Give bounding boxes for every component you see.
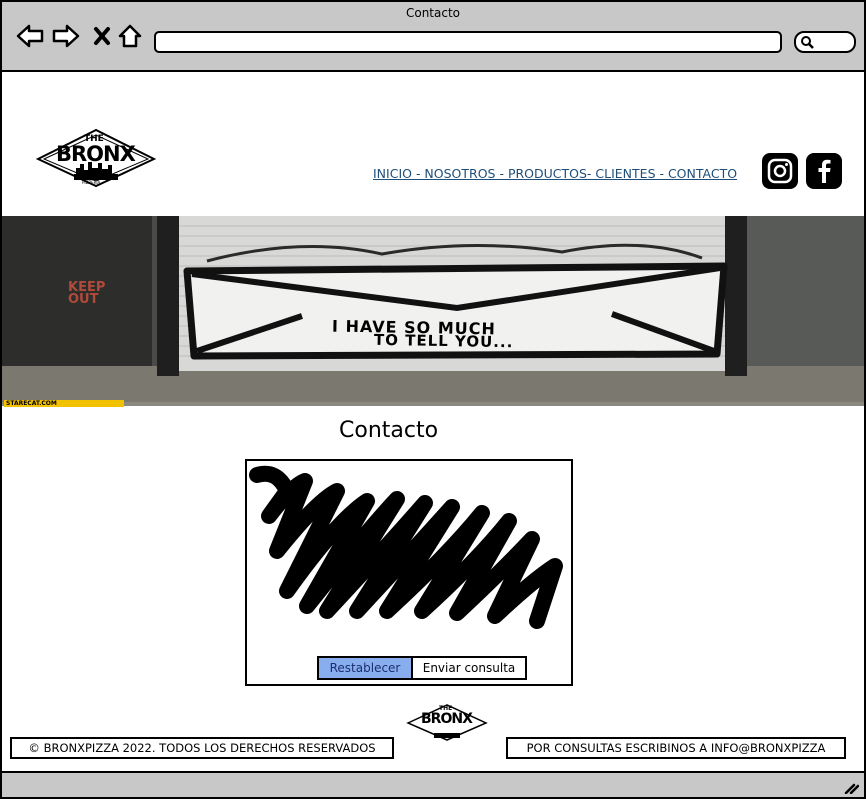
hero-graffiti-text: KEEP OUT xyxy=(68,280,106,307)
search-icon xyxy=(801,36,814,49)
logo-bottom-text: PIZZERIA xyxy=(82,180,101,185)
hero-banner: I HAVE SO MUCH TO TELL YOU... KEEP OUT xyxy=(2,216,864,406)
home-icon xyxy=(118,24,142,48)
browser-status-bar xyxy=(0,771,866,799)
reset-button[interactable]: Restablecer xyxy=(317,656,413,680)
address-bar[interactable] xyxy=(154,31,782,53)
window-title: Contacto xyxy=(405,6,461,20)
close-x-icon xyxy=(94,27,110,45)
main-nav-links[interactable]: INICIO - NOSOTROS - PRODUCTOS- CLIENTES … xyxy=(373,166,737,181)
back-arrow-icon xyxy=(16,24,44,48)
logo-main-text: BRONX xyxy=(56,142,136,166)
hero-text-line2: TO TELL YOU... xyxy=(373,330,514,352)
page-title: Contacto xyxy=(339,418,439,443)
forward-button[interactable] xyxy=(52,22,80,50)
forward-arrow-icon xyxy=(52,24,80,48)
search-field[interactable] xyxy=(794,31,856,53)
footer-logo: THE BRONX xyxy=(406,703,488,743)
instagram-link[interactable] xyxy=(762,153,798,189)
instagram-icon xyxy=(767,158,793,184)
hero-image xyxy=(2,216,864,406)
facebook-link[interactable] xyxy=(806,153,842,189)
back-button[interactable] xyxy=(16,22,44,50)
facebook-icon xyxy=(818,159,831,183)
bronx-logo[interactable]: THE BRONX PIZZERIA xyxy=(35,128,157,190)
scribble-placeholder-image xyxy=(249,465,563,629)
resize-grip[interactable] xyxy=(843,779,860,798)
image-credit: STARECAT.COM xyxy=(4,400,124,407)
send-inquiry-button[interactable]: Enviar consulta xyxy=(413,656,527,680)
stop-button[interactable] xyxy=(88,22,116,50)
contact-form xyxy=(245,459,573,686)
footer-contact: POR CONSULTAS ESCRIBINOS A INFO@BRONXPIZ… xyxy=(506,737,846,759)
footer-copyright: © BRONXPIZZA 2022. TODOS LOS DERECHOS RE… xyxy=(10,737,394,759)
home-button[interactable] xyxy=(116,22,144,50)
resize-grip-icon xyxy=(844,783,860,795)
footer-logo-text: BRONX xyxy=(421,711,473,727)
